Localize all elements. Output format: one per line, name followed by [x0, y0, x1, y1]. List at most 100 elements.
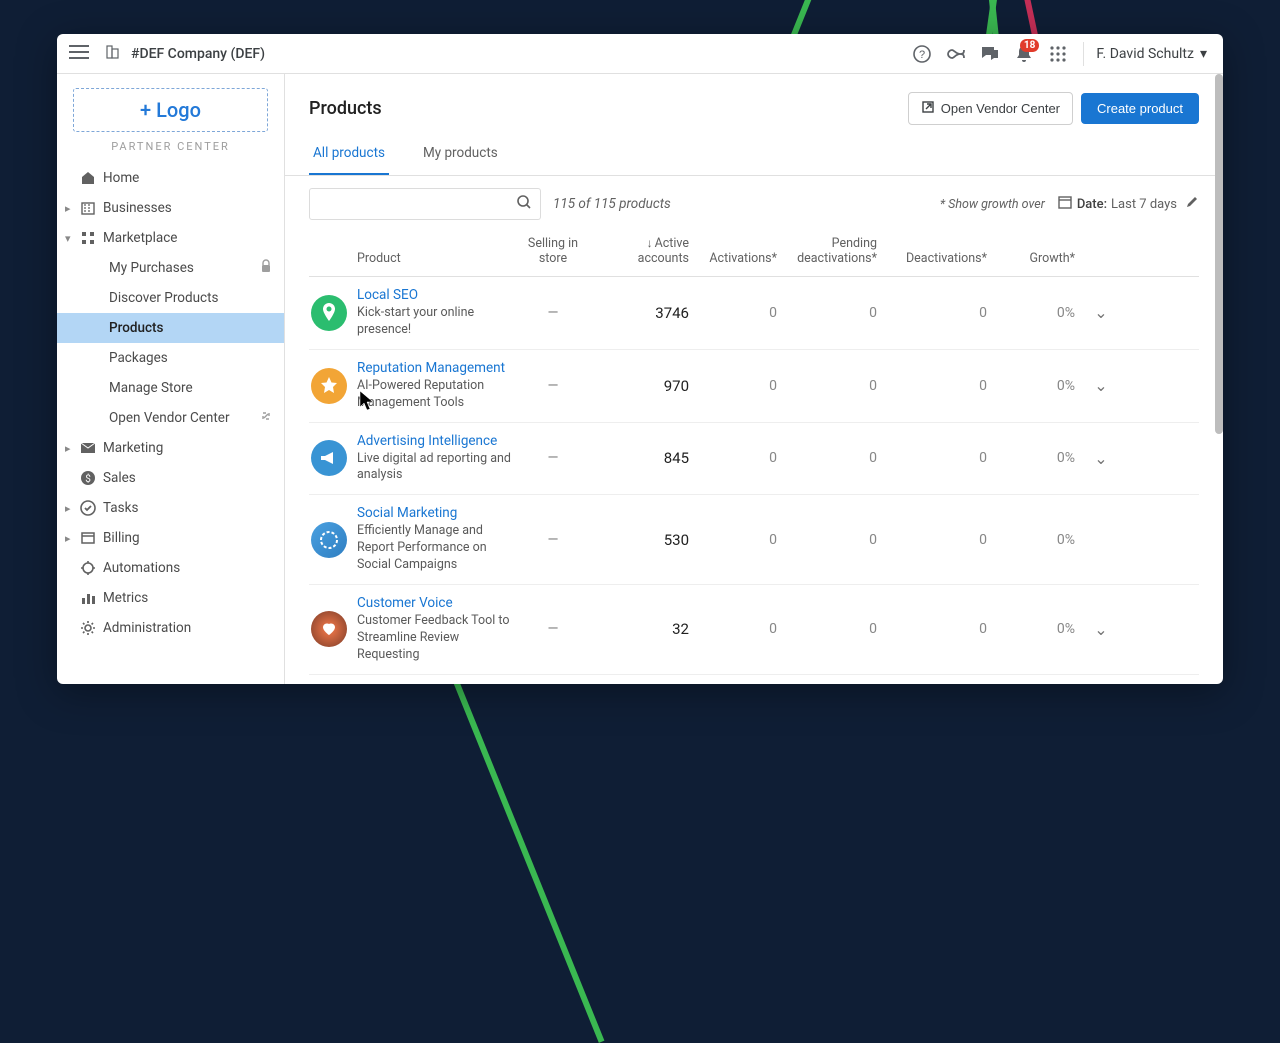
notifications-icon[interactable]: 18	[1007, 43, 1041, 64]
nav-administration[interactable]: ▸Administration	[57, 613, 284, 643]
tab-all-products[interactable]: All products	[309, 135, 389, 175]
nav-businesses[interactable]: ▸Businesses	[57, 193, 284, 223]
cell-growth: 0%	[993, 378, 1081, 394]
nav-open-vendor-center[interactable]: Open Vendor Center	[57, 403, 284, 433]
cell-selling: —	[517, 305, 595, 321]
nav-marketing[interactable]: ▸Marketing	[57, 433, 284, 463]
svg-text:$: $	[85, 472, 91, 485]
nav-billing[interactable]: ▸Billing	[57, 523, 284, 553]
product-icon	[311, 440, 347, 476]
product-desc: Customer Feedback Tool to Streamline Rev…	[357, 613, 517, 664]
nav-sales[interactable]: ▸$Sales	[57, 463, 284, 493]
external-link-icon	[260, 410, 272, 426]
tabs: All products My products	[285, 135, 1223, 176]
chat-icon[interactable]	[973, 43, 1007, 64]
search-icon	[516, 194, 532, 214]
product-desc: Efficiently Manage and Report Performanc…	[357, 523, 517, 574]
businesses-icon	[77, 200, 99, 216]
sidebar: + Logo PARTNER CENTER ▸Home ▸Businesses …	[57, 74, 285, 684]
nav-metrics[interactable]: ▸Metrics	[57, 583, 284, 613]
cell-growth: 0%	[993, 305, 1081, 321]
cell-deactivations: 0	[883, 378, 993, 394]
open-vendor-center-button[interactable]: Open Vendor Center	[908, 92, 1073, 125]
product-name-link[interactable]: Customer Voice	[357, 595, 517, 611]
check-icon	[77, 500, 99, 516]
external-link-icon	[921, 100, 935, 117]
nav-packages[interactable]: Packages	[57, 343, 284, 373]
table-row: Advertising IntelligenceLive digital ad …	[309, 423, 1199, 496]
cell-selling: —	[517, 532, 595, 548]
cell-activations: 0	[695, 532, 783, 548]
cell-deactivations: 0	[883, 532, 993, 548]
col-selling[interactable]: Selling in store	[517, 236, 595, 266]
app-window: #DEF Company (DEF) ? 18 F. David Schultz…	[57, 34, 1223, 684]
cell-active: 845	[595, 449, 695, 467]
product-name-link[interactable]: Reputation Management	[357, 360, 517, 376]
chevron-down-icon: ▾	[1200, 46, 1207, 62]
cell-active: 530	[595, 531, 695, 549]
main-content: Products Open Vendor Center Create produ…	[285, 74, 1223, 684]
product-icon	[311, 368, 347, 404]
product-name-link[interactable]: Social Marketing	[357, 505, 517, 521]
col-activations[interactable]: Activations*	[695, 251, 783, 266]
apps-icon[interactable]	[1041, 43, 1075, 64]
table-row: Local SEOKick-start your online presence…	[309, 277, 1199, 350]
table-row: Social Marketing Efficiently Manage and R…	[309, 495, 1199, 585]
cell-selling: —	[517, 378, 595, 394]
create-product-button[interactable]: Create product	[1081, 93, 1199, 124]
product-icon	[311, 611, 347, 647]
user-name: F. David Schultz	[1096, 46, 1194, 62]
menu-icon[interactable]	[69, 44, 93, 63]
logo-upload[interactable]: + Logo	[73, 88, 268, 132]
nav-manage-store[interactable]: Manage Store	[57, 373, 284, 403]
sort-down-icon: ↓	[647, 236, 653, 250]
cell-growth: 0%	[993, 450, 1081, 466]
product-name-link[interactable]: Local SEO	[357, 287, 517, 303]
cell-pending: 0	[783, 532, 883, 548]
col-active[interactable]: ↓Active accounts	[595, 236, 695, 266]
expand-row-icon[interactable]: ⌄	[1081, 449, 1121, 468]
help-icon[interactable]: ?	[905, 43, 939, 64]
growth-over-label: * Show growth over	[940, 197, 1045, 212]
scrollbar[interactable]	[1215, 74, 1223, 434]
col-pending[interactable]: Pending deactivations*	[783, 236, 883, 266]
date-filter[interactable]: Date:Last 7 days	[1057, 194, 1199, 214]
col-growth[interactable]: Growth*	[993, 251, 1081, 266]
col-product[interactable]: Product	[357, 251, 517, 266]
metrics-icon	[77, 591, 99, 605]
company-name[interactable]: #DEF Company (DEF)	[131, 46, 265, 62]
edit-icon[interactable]	[1185, 195, 1199, 213]
cell-growth: 0%	[993, 532, 1081, 548]
search-field[interactable]	[318, 197, 516, 212]
cell-deactivations: 0	[883, 450, 993, 466]
automations-icon	[77, 560, 99, 576]
product-count: 115 of 115 products	[553, 196, 671, 212]
expand-row-icon[interactable]: ⌄	[1081, 376, 1121, 395]
cell-pending: 0	[783, 450, 883, 466]
search-input[interactable]	[309, 188, 541, 220]
tab-my-products[interactable]: My products	[419, 135, 502, 175]
nav-marketplace[interactable]: ▾Marketplace	[57, 223, 284, 253]
user-menu[interactable]: F. David Schultz ▾	[1092, 46, 1211, 62]
cell-activations: 0	[695, 378, 783, 394]
cell-pending: 0	[783, 378, 883, 394]
product-name-link[interactable]: Advertising Intelligence	[357, 433, 517, 449]
page-title: Products	[309, 98, 382, 119]
expand-row-icon[interactable]: ⌄	[1081, 303, 1121, 322]
nav-automations[interactable]: ▸Automations	[57, 553, 284, 583]
nav-my-purchases[interactable]: My Purchases	[57, 253, 284, 283]
notification-badge: 18	[1020, 39, 1039, 52]
cell-active: 970	[595, 377, 695, 395]
cell-activations: 0	[695, 621, 783, 637]
table-row: Website	[309, 675, 1199, 685]
table-row: Reputation ManagementAI-Powered Reputati…	[309, 350, 1199, 423]
col-deactivations[interactable]: Deactivations*	[883, 251, 993, 266]
nav-products[interactable]: Products	[57, 313, 284, 343]
nav-tasks[interactable]: ▸Tasks	[57, 493, 284, 523]
nav-discover-products[interactable]: Discover Products	[57, 283, 284, 313]
infinity-icon[interactable]	[939, 43, 973, 64]
expand-row-icon[interactable]: ⌄	[1081, 620, 1121, 639]
partner-center-label: PARTNER CENTER	[57, 140, 284, 153]
nav-home[interactable]: ▸Home	[57, 163, 284, 193]
table-row: Customer Voice Customer Feedback Tool to …	[309, 585, 1199, 675]
